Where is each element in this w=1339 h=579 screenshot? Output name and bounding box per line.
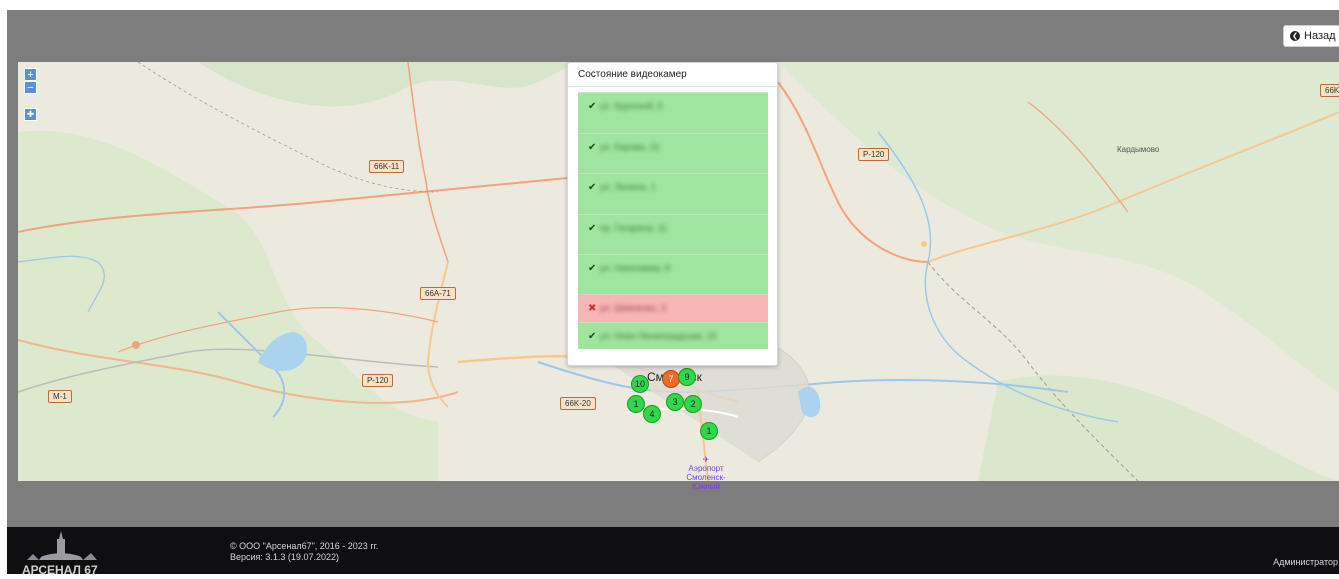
current-user[interactable]: Администратор	[1273, 557, 1338, 567]
road-label: M-1	[48, 390, 72, 403]
camera-address: ул. Николаева, 8	[600, 263, 670, 273]
road-label: 66K	[1320, 84, 1339, 97]
copyright-text: © ООО "Арсенал67", 2016 - 2023 гг.	[230, 541, 379, 551]
camera-address: ул. Шевченко, 3	[600, 303, 666, 313]
road-label: 66A-71	[420, 287, 456, 300]
airport-label: ✈ Аэропорт Смоленск-Южный	[676, 455, 736, 491]
zoom-controls: + −	[24, 68, 38, 94]
check-icon: ✔	[588, 223, 597, 234]
footer-info: © ООО "Арсенал67", 2016 - 2023 гг. Верси…	[230, 541, 378, 563]
camera-row[interactable]: ✔ ул. Николаева, 8	[578, 254, 768, 294]
camera-address: ул. Ленина, 1	[600, 182, 656, 192]
camera-cluster-marker[interactable]: 2	[684, 395, 702, 413]
check-icon: ✔	[588, 142, 597, 153]
camera-address: ул. Ново-Ленинградская, 15	[600, 331, 717, 341]
check-icon: ✔	[588, 101, 597, 112]
camera-cluster-marker[interactable]: 1	[700, 422, 718, 440]
back-label: Назад	[1304, 30, 1336, 42]
camera-row-error[interactable]: ✖ ул. Шевченко, 3	[578, 294, 768, 322]
logo-text: АРСЕНАЛ 67	[22, 563, 98, 574]
camera-row[interactable]: ✔ ул. Крупской, 5	[578, 92, 768, 133]
camera-cluster-marker[interactable]: 9	[678, 368, 696, 386]
road-label: 66K-20	[560, 397, 596, 410]
footer: АРСЕНАЛ 67 © ООО "Арсенал67", 2016 - 202…	[7, 527, 1339, 577]
camera-address: пр. Гагарина, 11	[600, 223, 667, 233]
check-icon: ✔	[588, 182, 597, 193]
camera-row[interactable]: ✔ пр. Гагарина, 11	[578, 214, 768, 254]
camera-address: ул. Кирова, 22	[600, 142, 660, 152]
camera-list: ✔ ул. Крупской, 5 ✔ ул. Кирова, 22 ✔ ул.…	[578, 92, 768, 349]
camera-cluster-marker[interactable]: 4	[643, 405, 661, 423]
camera-cluster-marker[interactable]: 3	[666, 393, 684, 411]
check-icon: ✔	[588, 331, 597, 342]
camera-status-popup: Состояние видеокамер ✔ ул. Крупской, 5 ✔…	[567, 62, 778, 366]
camera-cluster-marker[interactable]: 10	[631, 375, 649, 393]
airport-icon: ✈	[702, 455, 710, 464]
check-icon: ✔	[588, 263, 597, 274]
zoom-in-button[interactable]: +	[24, 68, 37, 81]
zoom-out-button[interactable]: −	[24, 81, 37, 94]
camera-row[interactable]: ✔ ул. Ленина, 1	[578, 173, 768, 214]
camera-row[interactable]: ✔ ул. Ново-Ленинградская, 15	[578, 322, 768, 349]
road-label: P-120	[362, 374, 394, 387]
popup-title: Состояние видеокамер	[568, 63, 777, 87]
town-label: Кардымово	[1117, 145, 1160, 154]
road-label: 66K-11	[369, 160, 405, 173]
pan-control-icon[interactable]: ✚	[24, 108, 37, 121]
camera-row[interactable]: ✔ ул. Кирова, 22	[578, 133, 768, 173]
airport-name: Аэропорт Смоленск-Южный	[686, 464, 726, 491]
road-label: P-120	[858, 148, 890, 161]
back-button[interactable]: ❮ Назад	[1283, 25, 1339, 47]
chevron-left-icon: ❮	[1290, 31, 1300, 41]
company-logo: АРСЕНАЛ 67	[21, 527, 116, 577]
camera-address: ул. Крупской, 5	[600, 101, 663, 111]
camera-cluster-marker[interactable]: 1	[627, 395, 645, 413]
version-text: Версия: 3.1.3 (19.07.2022)	[230, 552, 339, 562]
close-icon: ✖	[588, 303, 597, 314]
